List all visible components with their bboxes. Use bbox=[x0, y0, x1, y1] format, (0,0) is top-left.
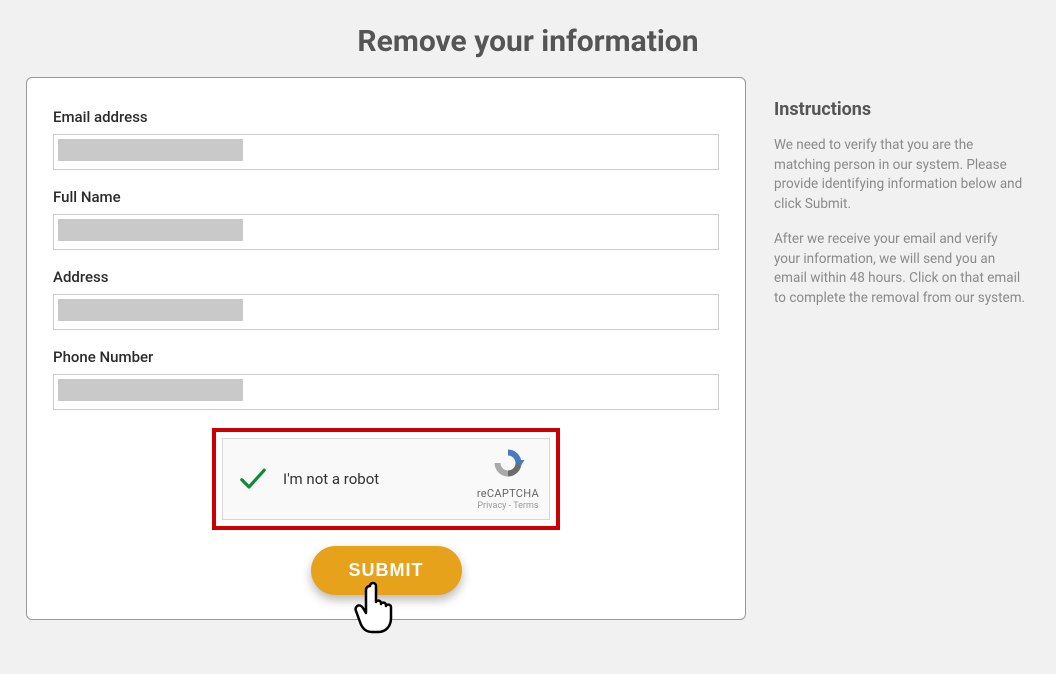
field-group-fullname: Full Name bbox=[53, 188, 719, 250]
captcha-links: Privacy - Terms bbox=[477, 501, 539, 513]
redacted-placeholder-icon bbox=[58, 139, 243, 161]
main-layout: Email address Full Name Address Phone Nu… bbox=[0, 77, 1056, 620]
instructions-paragraph-1: We need to verify that you are the match… bbox=[774, 136, 1026, 214]
instructions-panel: Instructions We need to verify that you … bbox=[774, 77, 1030, 620]
page-title: Remove your information bbox=[0, 0, 1056, 77]
field-group-email: Email address bbox=[53, 108, 719, 170]
checkmark-icon bbox=[237, 463, 269, 495]
fullname-field[interactable] bbox=[53, 214, 719, 250]
instructions-heading: Instructions bbox=[774, 99, 1026, 120]
captcha-left: I'm not a robot bbox=[237, 463, 379, 495]
address-field[interactable] bbox=[53, 294, 719, 330]
captcha-brand: reCAPTCHA bbox=[477, 487, 539, 501]
fullname-label: Full Name bbox=[53, 188, 719, 206]
field-group-address: Address bbox=[53, 268, 719, 330]
email-label: Email address bbox=[53, 108, 719, 126]
captcha-label: I'm not a robot bbox=[283, 470, 379, 488]
email-field[interactable] bbox=[53, 134, 719, 170]
redacted-placeholder-icon bbox=[58, 219, 243, 241]
phone-field[interactable] bbox=[53, 374, 719, 410]
captcha-highlight-box: I'm not a robot reCAPTCHA Privacy - Term… bbox=[212, 428, 560, 530]
address-label: Address bbox=[53, 268, 719, 286]
instructions-paragraph-2: After we receive your email and verify y… bbox=[774, 230, 1026, 308]
phone-label: Phone Number bbox=[53, 348, 719, 366]
recaptcha-logo-icon bbox=[490, 445, 526, 481]
submit-row: SUBMIT bbox=[53, 546, 719, 595]
form-card: Email address Full Name Address Phone Nu… bbox=[26, 77, 746, 620]
captcha-branding: reCAPTCHA Privacy - Terms bbox=[477, 445, 539, 513]
redacted-placeholder-icon bbox=[58, 299, 243, 321]
field-group-phone: Phone Number bbox=[53, 348, 719, 410]
cursor-pointer-icon bbox=[350, 578, 402, 636]
redacted-placeholder-icon bbox=[58, 379, 243, 401]
recaptcha-widget[interactable]: I'm not a robot reCAPTCHA Privacy - Term… bbox=[222, 438, 550, 520]
